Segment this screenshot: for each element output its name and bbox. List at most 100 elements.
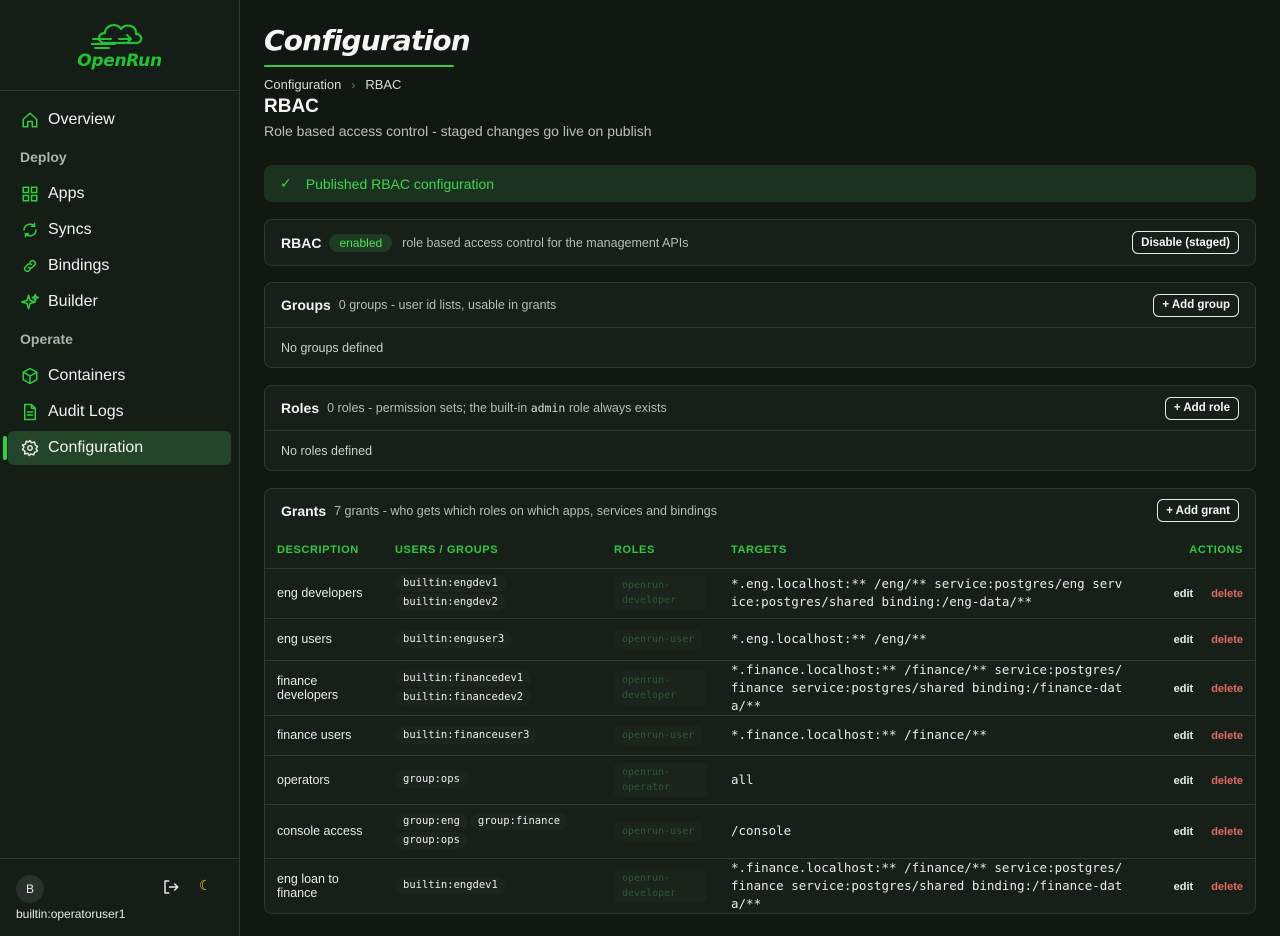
home-icon bbox=[20, 110, 40, 130]
delete-grant-button[interactable]: delete bbox=[1211, 634, 1243, 646]
groups-empty-message: No groups defined bbox=[265, 327, 1255, 367]
current-user: builtin:operatoruser1 bbox=[16, 907, 126, 921]
delete-grant-button[interactable]: delete bbox=[1211, 775, 1243, 787]
edit-grant-button[interactable]: edit bbox=[1174, 634, 1194, 646]
groups-card-title: Groups bbox=[281, 297, 331, 313]
sidebar-item-label: Configuration bbox=[48, 439, 144, 456]
avatar[interactable]: B bbox=[16, 875, 44, 903]
edit-grant-button[interactable]: edit bbox=[1174, 730, 1194, 742]
user-chip: builtin:financedev2 bbox=[395, 688, 532, 706]
grant-roles: openrun-user bbox=[602, 715, 719, 756]
grant-targets: *.eng.localhost:** /eng/** bbox=[719, 618, 1135, 661]
rbac-card-title: RBAC bbox=[281, 234, 322, 251]
rbac-card-description: role based access control for the manage… bbox=[402, 235, 689, 250]
grant-users: builtin:engdev1 bbox=[383, 858, 602, 913]
edit-grant-button[interactable]: edit bbox=[1174, 588, 1194, 600]
table-row: eng loan to finance builtin:engdev1 openru… bbox=[265, 858, 1255, 913]
logo[interactable]: OpenRun bbox=[0, 0, 239, 91]
grant-users: builtin:financeuser3 bbox=[383, 715, 602, 756]
groups-card: Groups 0 groups - user id lists, usable … bbox=[264, 282, 1256, 368]
sidebar-footer: B ☾ builtin:operatoruser1 bbox=[0, 858, 239, 936]
grant-description: eng developers bbox=[265, 568, 383, 619]
sidebar-item-containers[interactable]: Containers bbox=[8, 359, 231, 393]
roles-meta-text: 0 roles - permission sets; the built-in bbox=[327, 401, 528, 415]
breadcrumb-configuration[interactable]: Configuration bbox=[264, 77, 341, 92]
column-header: ROLES bbox=[602, 532, 719, 569]
delete-grant-button[interactable]: delete bbox=[1211, 881, 1243, 893]
add-group-button[interactable]: + Add group bbox=[1153, 293, 1239, 317]
delete-grant-button[interactable]: delete bbox=[1211, 730, 1243, 742]
section-title: RBAC bbox=[264, 96, 319, 117]
sidebar-item-builder[interactable]: Builder bbox=[8, 285, 231, 319]
success-alert: ✓ Published RBAC configuration bbox=[264, 165, 1256, 202]
role-chip: openrun-developer bbox=[614, 576, 707, 610]
disable-rbac-button[interactable]: Disable (staged) bbox=[1132, 231, 1239, 254]
user-chip: group:eng bbox=[395, 813, 468, 830]
grants-card: Grants 7 grants - who gets which roles o… bbox=[264, 488, 1256, 914]
grant-roles: openrun-user bbox=[602, 618, 719, 661]
edit-grant-button[interactable]: edit bbox=[1174, 826, 1194, 838]
grant-actions: edit delete bbox=[1135, 618, 1255, 661]
grants-card-meta: 7 grants - who gets which roles on which… bbox=[334, 503, 717, 518]
sidebar-item-audit-logs[interactable]: Audit Logs bbox=[8, 395, 231, 429]
grant-targets: *.finance.localhost:** /finance/** bbox=[719, 715, 1135, 756]
add-grant-button[interactable]: + Add grant bbox=[1157, 499, 1239, 522]
column-header: DESCRIPTION bbox=[265, 532, 383, 569]
sidebar-item-bindings[interactable]: Bindings bbox=[8, 249, 231, 283]
user-chip: group:ops bbox=[395, 832, 468, 849]
sidebar-item-apps[interactable]: Apps bbox=[8, 177, 231, 211]
delete-grant-button[interactable]: delete bbox=[1211, 588, 1243, 600]
status-badge: enabled bbox=[329, 233, 393, 252]
add-role-button[interactable]: + Add role bbox=[1164, 396, 1239, 420]
section-description: Role based access control - staged chang… bbox=[264, 123, 652, 139]
check-icon: ✓ bbox=[280, 175, 292, 191]
user-chip: group:ops bbox=[395, 771, 468, 788]
sidebar-nav: Overview Deploy Apps Syncs Bindings Buil bbox=[0, 91, 239, 465]
grant-users: group:ops bbox=[383, 755, 602, 805]
grant-roles: openrun-developer bbox=[602, 660, 719, 716]
table-row: eng developers builtin:engdev1builtin:eng… bbox=[265, 568, 1255, 619]
moon-icon[interactable]: ☾ bbox=[199, 877, 217, 895]
grant-targets: *.finance.localhost:** /finance/** servi… bbox=[731, 859, 1123, 911]
grants-card-title: Grants bbox=[281, 502, 327, 519]
roles-card-title: Roles bbox=[281, 400, 320, 416]
edit-grant-button[interactable]: edit bbox=[1174, 683, 1194, 695]
sidebar-item-label: Overview bbox=[48, 111, 115, 128]
grant-actions: edit delete bbox=[1135, 804, 1255, 859]
alert-text: Published RBAC configuration bbox=[305, 175, 495, 192]
table-row: operators group:ops openrun-operator all edi… bbox=[265, 755, 1255, 805]
grant-roles: openrun-user bbox=[602, 804, 719, 859]
sidebar-item-configuration[interactable]: Configuration bbox=[3, 431, 231, 465]
grant-users: builtin:enguser3 bbox=[383, 618, 602, 661]
user-chip: builtin:enguser3 bbox=[395, 630, 513, 648]
grant-targets: *.finance.localhost:** /finance/** servi… bbox=[719, 660, 1135, 716]
breadcrumb-rbac: RBAC bbox=[365, 77, 402, 92]
logo-text: OpenRun bbox=[77, 51, 162, 71]
role-chip: openrun-user bbox=[614, 629, 703, 649]
sidebar-item-overview[interactable]: Overview bbox=[8, 103, 231, 137]
edit-grant-button[interactable]: edit bbox=[1174, 881, 1194, 893]
roles-meta-text-end: role always exists bbox=[568, 401, 667, 415]
grant-users: builtin:engdev1 builtin:engdev2 bbox=[383, 568, 602, 619]
box-icon bbox=[20, 366, 40, 386]
grant-users: group:eng group:financegroup:ops bbox=[383, 804, 602, 859]
delete-grant-button[interactable]: delete bbox=[1211, 683, 1243, 695]
table-row: finance developers builtin:financedev1bui… bbox=[265, 660, 1255, 716]
grant-actions: edit delete bbox=[1135, 568, 1255, 619]
sidebar-item-label: Apps bbox=[48, 185, 85, 202]
grant-description: operators bbox=[265, 755, 383, 805]
logout-icon[interactable] bbox=[162, 878, 180, 896]
groups-card-meta: 0 groups - user id lists, usable in gran… bbox=[338, 298, 557, 312]
sidebar-item-syncs[interactable]: Syncs bbox=[8, 213, 231, 247]
sparkles-icon bbox=[20, 292, 40, 312]
delete-grant-button[interactable]: delete bbox=[1211, 826, 1243, 838]
grant-targets: *.eng.localhost:** /eng/** service:postg… bbox=[719, 568, 1135, 619]
table-header-row: DESCRIPTION USERS / GROUPS ROLES TARGETS… bbox=[265, 532, 1255, 569]
grant-roles: openrun-operator bbox=[602, 755, 719, 805]
grant-users: builtin:financedev1builtin:financedev2 bbox=[383, 660, 602, 716]
admin-role-code: admin bbox=[530, 401, 566, 415]
edit-grant-button[interactable]: edit bbox=[1174, 775, 1194, 787]
grant-actions: edit delete bbox=[1135, 715, 1255, 756]
sidebar-section-operate: Operate bbox=[20, 331, 73, 347]
grant-targets: /console bbox=[719, 804, 1135, 859]
